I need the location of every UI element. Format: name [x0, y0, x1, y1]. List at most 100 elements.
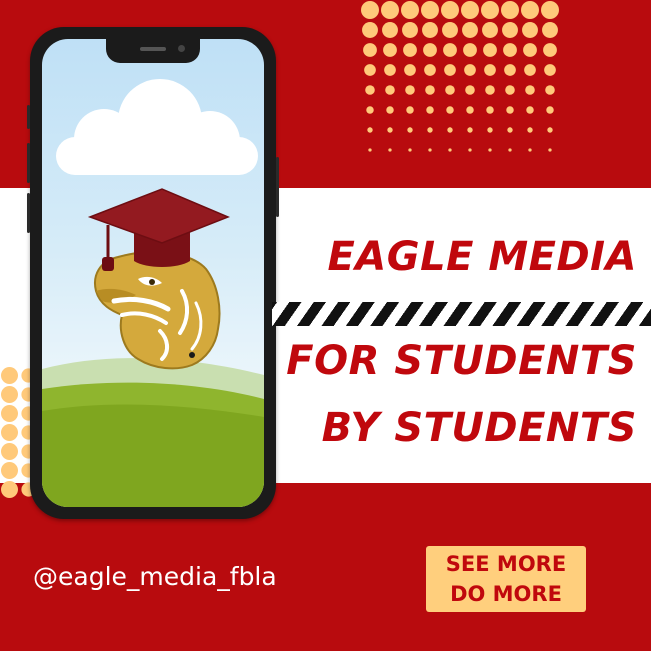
- halftone-dot: [467, 127, 473, 133]
- hills: [42, 358, 264, 507]
- halftone-dot: [427, 127, 433, 133]
- halftone-dot: [526, 106, 534, 114]
- halftone-dot: [464, 64, 476, 76]
- dot-pattern-top: [361, 1, 559, 152]
- cloud-icon: [56, 79, 258, 175]
- halftone-dot: [381, 1, 399, 19]
- halftone-dot: [441, 1, 459, 19]
- halftone-dot: [364, 64, 376, 76]
- halftone-dot: [522, 22, 538, 38]
- graduation-cap-icon: [87, 188, 230, 271]
- halftone-dot: [362, 22, 378, 38]
- halftone-dot: [462, 22, 478, 38]
- phone-volume-up: [27, 143, 30, 183]
- halftone-dot: [507, 127, 513, 133]
- halftone-dot: [366, 106, 374, 114]
- halftone-dot: [501, 1, 519, 19]
- phone-mockup: [27, 27, 279, 519]
- halftone-dot: [541, 1, 559, 19]
- halftone-dot: [525, 85, 535, 95]
- halftone-dot: [1, 386, 18, 403]
- halftone-dot: [405, 85, 415, 95]
- halftone-dot: [1, 424, 18, 441]
- halftone-dot: [401, 1, 419, 19]
- halftone-dot: [387, 127, 393, 133]
- halftone-dot: [425, 85, 435, 95]
- headline-by-students: BY STUDENTS: [321, 405, 637, 451]
- halftone-dot: [421, 1, 439, 19]
- halftone-dot: [463, 43, 477, 57]
- halftone-dot: [504, 64, 516, 76]
- halftone-dot: [363, 43, 377, 57]
- eagle-mascot-icon: [94, 251, 221, 370]
- halftone-dot: [406, 106, 414, 114]
- halftone-dot: [423, 43, 437, 57]
- phone-side-button: [27, 105, 30, 129]
- halftone-dot: [545, 85, 555, 95]
- halftone-dot: [384, 64, 396, 76]
- halftone-dot: [1, 443, 18, 460]
- halftone-dot: [447, 127, 453, 133]
- halftone-dot: [385, 85, 395, 95]
- halftone-dot: [407, 127, 413, 133]
- halftone-dot: [505, 85, 515, 95]
- halftone-dot: [524, 64, 536, 76]
- halftone-dot: [444, 64, 456, 76]
- halftone-dot: [404, 64, 416, 76]
- halftone-dot: [365, 85, 375, 95]
- hazard-stripe-divider: [272, 302, 651, 326]
- halftone-dot: [367, 127, 373, 133]
- halftone-dot: [443, 43, 457, 57]
- halftone-dot: [1, 481, 18, 498]
- halftone-dot: [424, 64, 436, 76]
- halftone-dot: [361, 1, 379, 19]
- halftone-dot: [446, 106, 454, 114]
- halftone-dot: [445, 85, 455, 95]
- halftone-dot: [521, 1, 539, 19]
- halftone-dot: [1, 405, 18, 422]
- halftone-dot: [388, 148, 392, 152]
- halftone-dot: [382, 22, 398, 38]
- halftone-dot: [542, 22, 558, 38]
- halftone-dot: [368, 148, 372, 152]
- halftone-dot: [1, 462, 18, 479]
- halftone-dot: [544, 64, 556, 76]
- speaker-icon: [140, 47, 166, 51]
- halftone-dot: [468, 148, 472, 152]
- halftone-dot: [448, 148, 452, 152]
- halftone-dot: [548, 148, 552, 152]
- halftone-dot: [488, 148, 492, 152]
- phone-screen: [42, 39, 264, 507]
- halftone-dot: [383, 43, 397, 57]
- halftone-dot: [422, 22, 438, 38]
- halftone-dot: [466, 106, 474, 114]
- halftone-dot: [506, 106, 514, 114]
- cta-line-2: DO MORE: [450, 582, 562, 606]
- camera-icon: [178, 45, 185, 52]
- halftone-dot: [487, 127, 493, 133]
- screen-scene: [42, 79, 264, 507]
- halftone-dot: [527, 127, 533, 133]
- halftone-dot: [486, 106, 494, 114]
- halftone-dot: [547, 127, 553, 133]
- halftone-dot: [503, 43, 517, 57]
- halftone-dot: [386, 106, 394, 114]
- halftone-dot: [543, 43, 557, 57]
- phone-volume-down: [27, 193, 30, 233]
- halftone-dot: [484, 64, 496, 76]
- headline-for-students: FOR STUDENTS: [286, 338, 637, 384]
- see-more-button[interactable]: SEE MORE DO MORE: [426, 546, 586, 612]
- halftone-dot: [483, 43, 497, 57]
- halftone-dot: [482, 22, 498, 38]
- halftone-dot: [426, 106, 434, 114]
- phone-notch: [106, 39, 200, 63]
- halftone-dot: [465, 85, 475, 95]
- phone-power-button: [276, 157, 279, 217]
- halftone-dot: [523, 43, 537, 57]
- halftone-dot: [402, 22, 418, 38]
- halftone-dot: [403, 43, 417, 57]
- halftone-dot: [485, 85, 495, 95]
- social-handle[interactable]: @eagle_media_fbla: [33, 562, 277, 591]
- halftone-dot: [428, 148, 432, 152]
- halftone-dot: [502, 22, 518, 38]
